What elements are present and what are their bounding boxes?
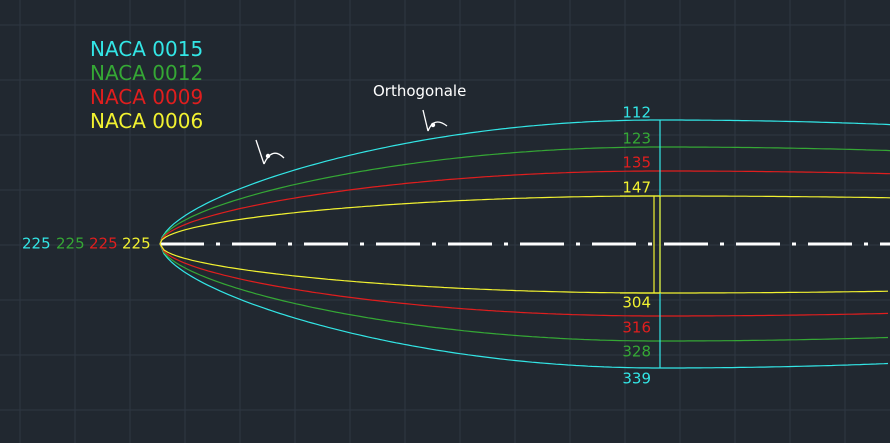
lower-value-0012: 328 [622, 343, 651, 361]
legend-item-naca-0012: NACA 0012 [90, 61, 204, 85]
cad-drawing-canvas[interactable]: Orthogonale 225 225 225 225 112 123 135 … [0, 0, 890, 443]
legend-item-naca-0006: NACA 0006 [90, 109, 204, 133]
upper-value-0009: 135 [622, 154, 651, 172]
legend: NACA 0015 NACA 0012 NACA 0009 NACA 0006 [90, 37, 203, 133]
leading-edge-value-0006: 225 [122, 235, 151, 253]
lower-value-0006: 304 [622, 294, 651, 312]
upper-value-0015: 112 [622, 104, 651, 122]
right-angle-symbol-right [422, 109, 448, 132]
right-angle-symbol-left [255, 139, 285, 165]
lower-value-0009: 316 [622, 319, 651, 337]
leading-edge-value-0015: 225 [22, 235, 51, 253]
legend-item-naca-0009: NACA 0009 [90, 85, 204, 109]
upper-value-0006: 147 [622, 179, 651, 197]
leading-edge-value-0012: 225 [56, 235, 85, 253]
upper-value-0012: 123 [622, 130, 651, 148]
leading-edge-value-0009: 225 [89, 235, 118, 253]
orthogonale-label: Orthogonale [373, 82, 466, 100]
legend-item-naca-0015: NACA 0015 [90, 37, 204, 61]
lower-value-0015: 339 [622, 370, 651, 388]
